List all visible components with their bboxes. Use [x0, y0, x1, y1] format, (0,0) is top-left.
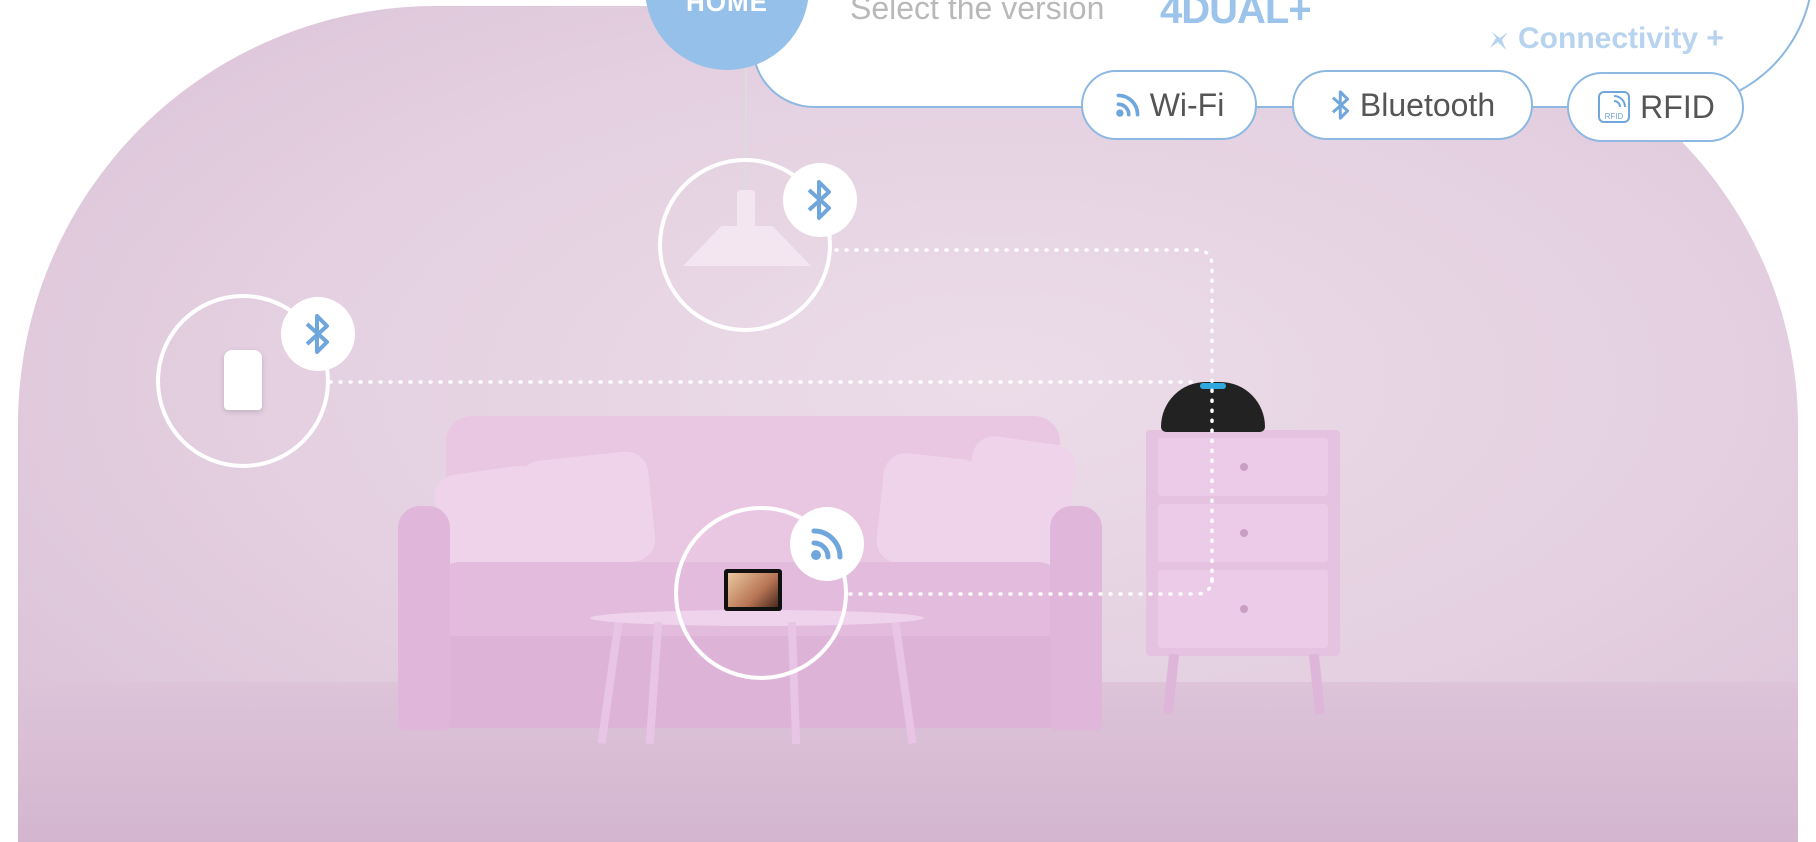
home-badge-label: HOME: [686, 0, 768, 17]
connectivity-plus-link[interactable]: Connectivity +: [1488, 22, 1724, 56]
display-wifi-bubble: [790, 507, 864, 581]
wifi-pill[interactable]: Wi-Fi: [1081, 70, 1257, 140]
sparkle-icon: [1490, 32, 1508, 50]
rfid-icon: RFID: [1598, 91, 1631, 123]
wifi-icon: [1115, 93, 1140, 117]
bluetooth-icon: [305, 314, 329, 354]
sensor-bluetooth-bubble: [281, 297, 355, 371]
wifi-icon: [811, 528, 843, 560]
bluetooth-icon: [1331, 90, 1349, 120]
connectivity-plus-label: Connectivity +: [1518, 22, 1724, 55]
lamp-connection: [834, 248, 1214, 592]
rfid-pill[interactable]: RFID RFID: [1567, 72, 1744, 142]
rfid-pill-label: RFID: [1640, 88, 1715, 125]
lamp-bluetooth-bubble: [783, 163, 857, 237]
pill-connector: [1257, 106, 1292, 108]
select-version-label: Select the version: [850, 0, 1105, 26]
bluetooth-pill-label: Bluetooth: [1359, 86, 1496, 123]
svg-text:RFID: RFID: [1605, 112, 1624, 121]
pill-connector: [1533, 106, 1567, 108]
bluetooth-icon: [807, 180, 831, 220]
bluetooth-pill[interactable]: Bluetooth: [1292, 70, 1533, 140]
wifi-pill-label: Wi-Fi: [1149, 86, 1225, 123]
display-connection: [848, 576, 1214, 596]
version-logo[interactable]: 4DUAL+: [1160, 0, 1312, 33]
